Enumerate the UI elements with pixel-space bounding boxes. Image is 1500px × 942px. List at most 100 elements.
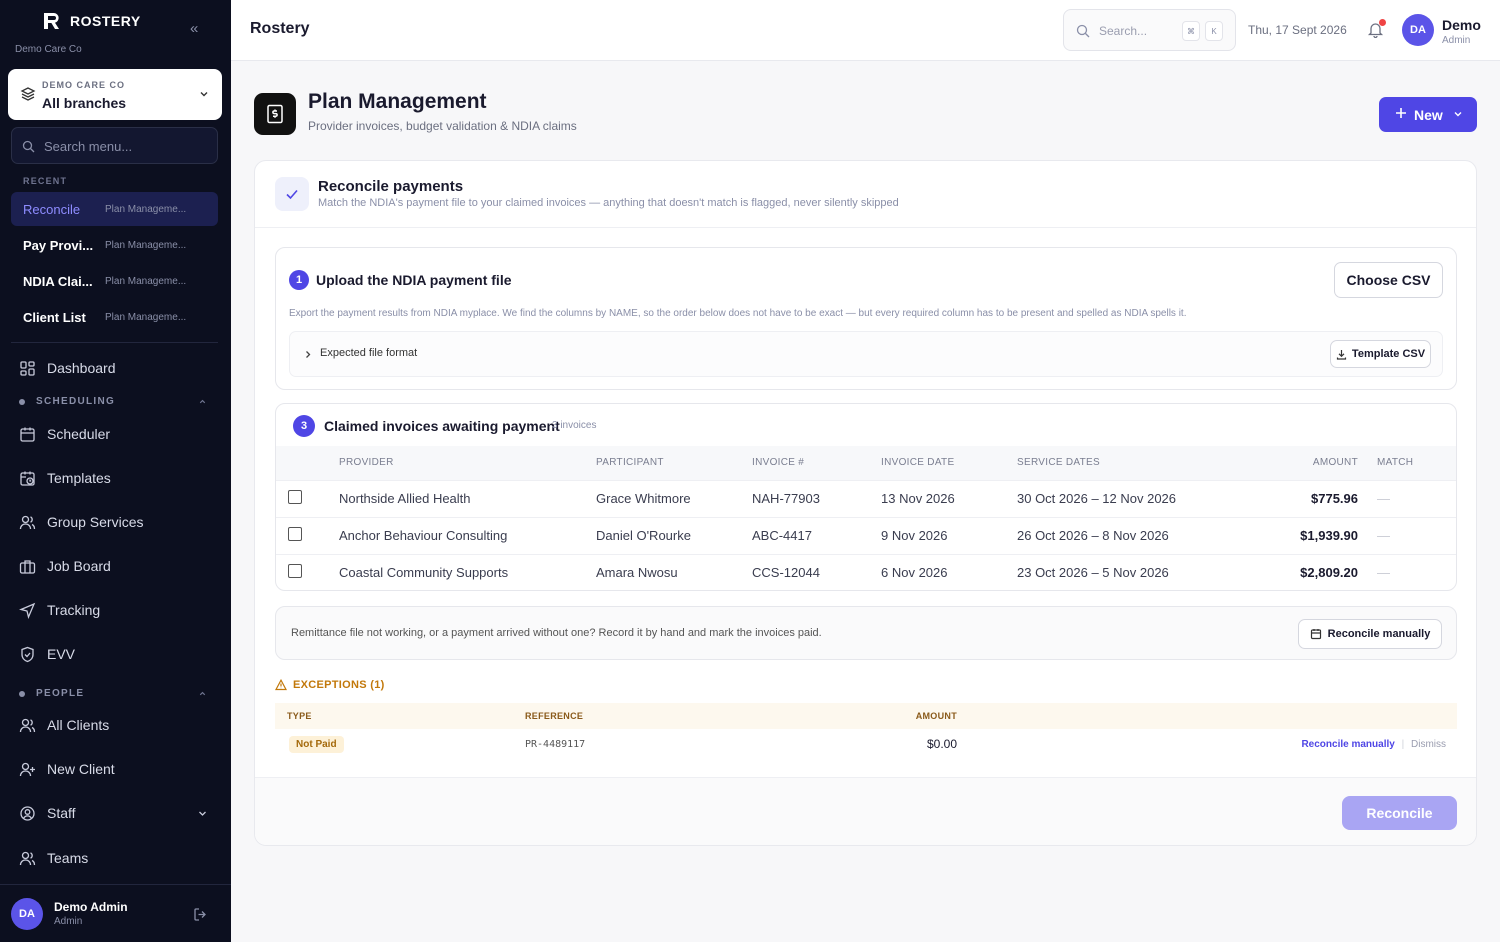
group-scheduling[interactable]: SCHEDULING: [19, 396, 215, 407]
dismiss-link[interactable]: Dismiss: [1411, 739, 1446, 750]
upload-title: Upload the NDIA payment file: [316, 272, 512, 288]
avatar[interactable]: DA: [1402, 14, 1434, 46]
menu-search-placeholder: Search menu...: [44, 139, 133, 154]
brand[interactable]: ROSTERY: [42, 12, 141, 30]
brand-name: ROSTERY: [70, 13, 141, 29]
choose-csv-button[interactable]: Choose CSV: [1334, 262, 1443, 298]
exceptions-header-row: TYPE REFERENCE AMOUNT: [275, 703, 1457, 729]
user-circle-icon: [20, 805, 35, 821]
user-name: Demo Admin: [54, 900, 128, 914]
chevron-up-icon: [199, 691, 206, 696]
sidebar: ROSTERY « Demo Care Co DEMO CARE CO All …: [0, 0, 231, 942]
template-csv-label: Template CSV: [1351, 348, 1426, 360]
nav-label: Staff: [47, 805, 76, 821]
recent-item-pay-providers[interactable]: Pay Provi... Plan Manageme...: [11, 228, 218, 262]
expected-format-accordion[interactable]: Expected file format Template CSV: [289, 331, 1443, 377]
nav-staff[interactable]: Staff: [11, 795, 218, 831]
shield-check-icon: [21, 646, 34, 662]
table-row[interactable]: Northside Allied Health Grace Whitmore N…: [276, 479, 1456, 517]
exceptions-title: EXCEPTIONS (1): [293, 679, 385, 691]
new-button[interactable]: New: [1379, 97, 1477, 132]
table-row[interactable]: Coastal Community Supports Amara Nwosu C…: [276, 553, 1456, 590]
col-invoice-date: INVOICE DATE: [881, 457, 955, 469]
cell-invoice-date: 13 Nov 2026: [881, 479, 1017, 517]
step-number: 1: [289, 270, 309, 290]
nav-dashboard[interactable]: Dashboard: [11, 350, 218, 386]
users-icon: [19, 851, 36, 865]
rostery-logo-icon: [44, 13, 59, 29]
nav-templates[interactable]: Templates: [11, 460, 218, 496]
nav-label: EVV: [47, 646, 76, 662]
avatar[interactable]: DA: [11, 898, 43, 930]
group-people[interactable]: PEOPLE: [19, 688, 215, 699]
recent-label: RECENT: [23, 176, 68, 186]
collapse-sidebar-icon[interactable]: «: [190, 20, 198, 37]
cell-amount: $0.00: [926, 737, 957, 751]
page-subtitle: Provider invoices, budget validation & N…: [308, 119, 577, 133]
group-label-text: SCHEDULING: [36, 396, 116, 407]
nav-new-client[interactable]: New Client: [11, 751, 218, 787]
cell-match: —: [1377, 553, 1456, 590]
chevron-down-icon: [1454, 112, 1462, 117]
status-badge: Not Paid: [289, 736, 344, 753]
cell-service-dates: 23 Oct 2026 – 5 Nov 2026: [1017, 553, 1247, 590]
chevron-down-icon: [200, 92, 208, 97]
cell-reference: PR-4489117: [525, 738, 586, 750]
nav-label: All Clients: [47, 717, 110, 733]
reconcile-manually-button[interactable]: Reconcile manually: [1298, 619, 1442, 649]
nav-group-services[interactable]: Group Services: [11, 504, 218, 540]
nav-label: Templates: [47, 470, 111, 486]
check-badge: [275, 177, 309, 211]
claimed-invoices-table: PROVIDER PARTICIPANT INVOICE # INVOICE D…: [276, 446, 1456, 590]
nav-all-clients[interactable]: All Clients: [11, 707, 218, 743]
reconcile-title: Reconcile payments: [318, 178, 464, 195]
users-icon: [19, 515, 36, 529]
cell-provider: Northside Allied Health: [339, 479, 596, 517]
chevron-up-icon: [199, 399, 206, 404]
menu-search-input[interactable]: Search menu...: [11, 127, 218, 164]
col-amount: AMOUNT: [915, 711, 957, 721]
branch-selector[interactable]: DEMO CARE CO All branches: [8, 69, 222, 120]
recent-item-sub: Plan Manageme...: [105, 203, 187, 215]
cell-invoice: CCS-12044: [752, 553, 881, 590]
row-checkbox[interactable]: [288, 527, 302, 541]
kbd-command: ⌘: [1182, 21, 1200, 41]
calendar-icon: [20, 427, 35, 442]
cell-match: —: [1377, 516, 1456, 554]
manual-text: Remittance file not working, or a paymen…: [291, 627, 822, 639]
cell-service-dates: 26 Oct 2026 – 8 Nov 2026: [1017, 516, 1247, 554]
recent-item-client-list[interactable]: Client List Plan Manageme...: [11, 300, 218, 334]
template-csv-button[interactable]: Template CSV: [1330, 340, 1431, 368]
card-divider: [255, 227, 1476, 228]
new-label: New: [1414, 107, 1443, 123]
layers-icon: [20, 87, 36, 101]
recent-item-ndia-claims[interactable]: NDIA Clai... Plan Manageme...: [11, 264, 218, 298]
recent-item-reconcile[interactable]: Reconcile Plan Manageme...: [11, 192, 218, 226]
sidebar-user: DA Demo Admin Admin: [0, 884, 231, 942]
nav-evv[interactable]: EVV: [11, 636, 218, 672]
reconcile-button[interactable]: Reconcile: [1342, 796, 1457, 830]
kbd-k: K: [1205, 21, 1223, 41]
row-checkbox[interactable]: [288, 490, 302, 504]
col-participant: PARTICIPANT: [596, 457, 664, 469]
sidebar-divider: [11, 342, 218, 343]
cell-invoice-date: 6 Nov 2026: [881, 553, 1017, 590]
card-footer: [255, 777, 1476, 845]
user-name[interactable]: Demo: [1442, 17, 1481, 33]
logout-icon[interactable]: [193, 907, 208, 922]
reconcile-subtitle: Match the NDIA's payment file to your cl…: [318, 197, 899, 209]
global-search-input[interactable]: Search... ⌘ K: [1063, 9, 1236, 51]
plus-icon: [1396, 108, 1406, 118]
nav-job-board[interactable]: Job Board: [11, 548, 218, 584]
exception-reconcile-manually-link[interactable]: Reconcile manually: [1301, 739, 1394, 750]
table-row[interactable]: Anchor Behaviour Consulting Daniel O'Rou…: [276, 516, 1456, 554]
row-checkbox[interactable]: [288, 564, 302, 579]
col-invoice: INVOICE #: [752, 457, 805, 469]
nav-tracking[interactable]: Tracking: [11, 592, 218, 628]
group-dot: [19, 398, 25, 405]
nav-teams[interactable]: Teams: [11, 840, 218, 876]
nav-scheduler[interactable]: Scheduler: [11, 416, 218, 452]
group-dot: [19, 690, 25, 697]
claimed-title: Claimed invoices awaiting payment: [324, 418, 560, 434]
cell-amount: $775.96: [1247, 479, 1377, 517]
